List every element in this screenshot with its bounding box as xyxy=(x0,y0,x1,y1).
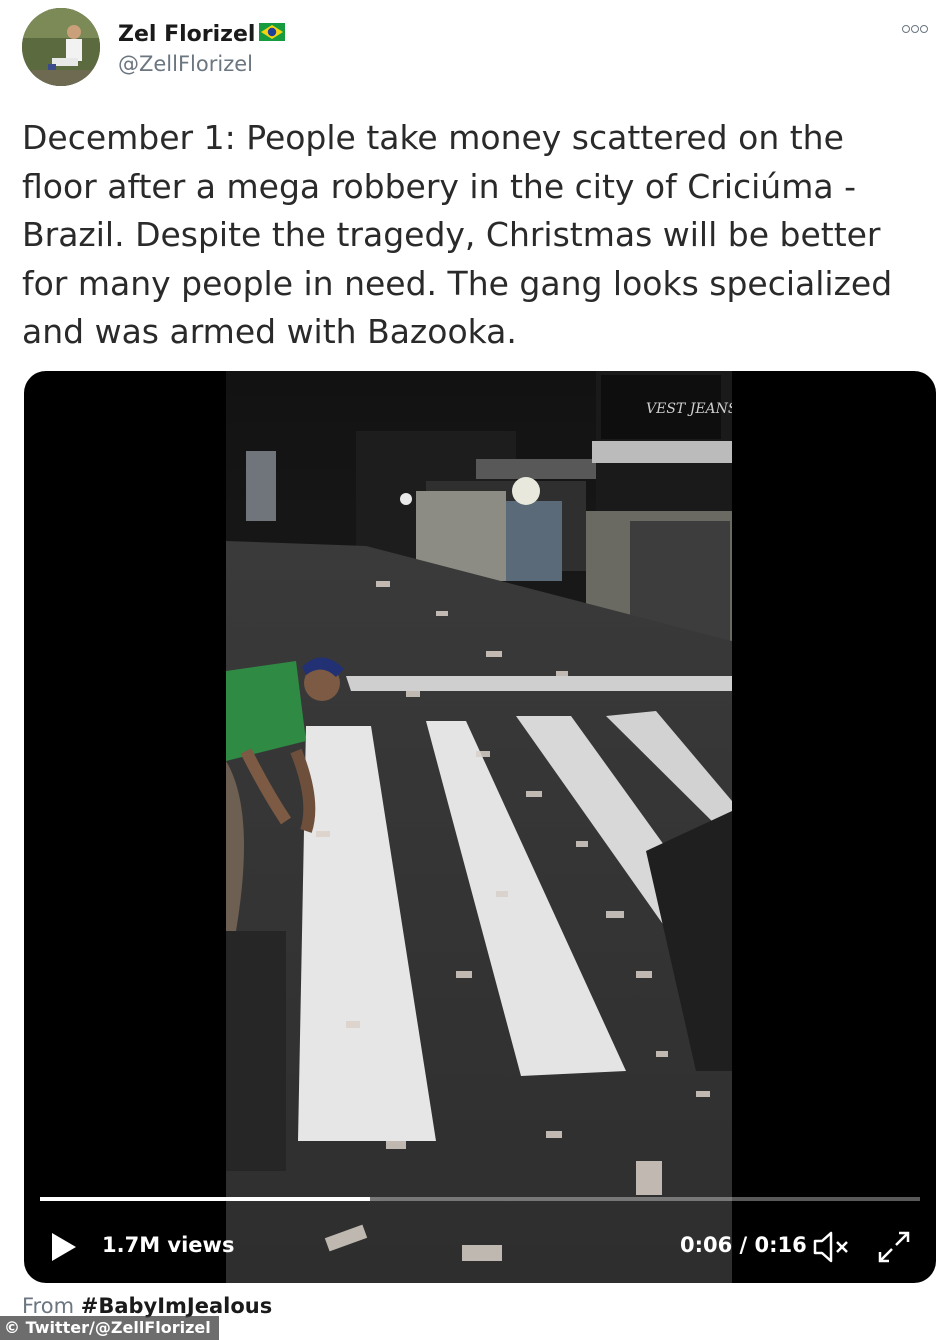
from-label: From xyxy=(22,1294,75,1318)
video-progress-fill xyxy=(40,1197,370,1201)
brazil-flag-icon xyxy=(259,22,286,47)
user-handle[interactable]: @ZellFlorizel xyxy=(118,52,253,76)
display-name-row[interactable]: Zel Florizel xyxy=(118,22,286,47)
avatar[interactable] xyxy=(22,8,100,86)
tweet-text: December 1: People take money scattered … xyxy=(22,118,893,351)
video-player[interactable]: VEST JEANS 1.7M views 0:06 / 0:16 xyxy=(24,371,936,1283)
mute-icon[interactable] xyxy=(812,1229,852,1265)
display-name[interactable]: Zel Florizel xyxy=(118,22,255,47)
tweet-header: Zel Florizel @ZellFlorizel xyxy=(22,8,932,98)
video-frame: VEST JEANS xyxy=(226,371,732,1283)
watermark: © Twitter/@ZellFlorizel xyxy=(0,1316,219,1340)
fullscreen-icon[interactable] xyxy=(876,1229,912,1265)
hashtag-link[interactable]: #BabyImJealous xyxy=(81,1294,273,1318)
view-count: 1.7M views xyxy=(102,1233,235,1257)
video-time: 0:06 / 0:16 xyxy=(680,1233,807,1257)
video-progress-bar[interactable] xyxy=(40,1197,920,1201)
source-attribution: From #BabyImJealous xyxy=(22,1294,272,1318)
more-options-icon[interactable] xyxy=(902,18,932,33)
play-icon[interactable] xyxy=(48,1229,78,1265)
storefront-sign: VEST JEANS xyxy=(646,401,732,417)
